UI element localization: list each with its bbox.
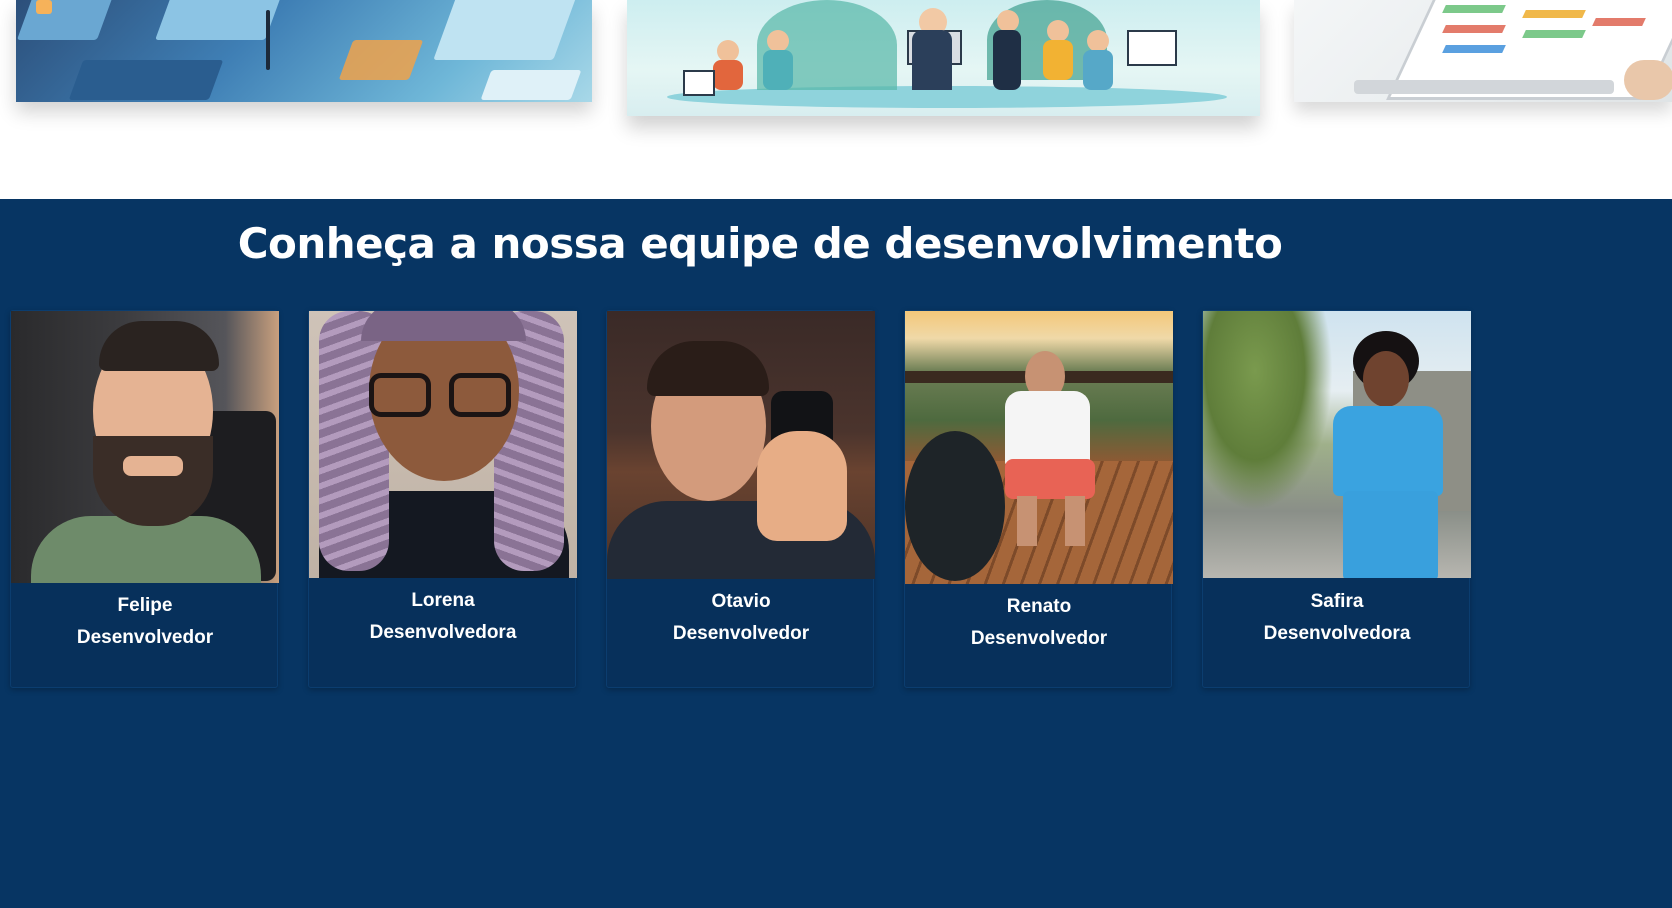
team-section: Conheça a nossa equipe de desenvolviment…	[0, 199, 1672, 908]
member-name: Renato	[1006, 596, 1072, 617]
member-photo	[607, 311, 875, 579]
member-name: Felipe	[117, 595, 173, 616]
member-role: Desenvolvedor	[970, 628, 1108, 649]
section-title: Conheça a nossa equipe de desenvolviment…	[237, 219, 1283, 268]
team-member-card: Otavio Desenvolvedor	[606, 310, 875, 688]
member-role: Desenvolvedora	[1263, 623, 1411, 644]
member-photo	[1203, 311, 1471, 578]
technology-isometric-image	[16, 0, 592, 102]
team-member-card: Safira Desenvolvedora	[1202, 310, 1471, 688]
member-name: Lorena	[411, 590, 475, 611]
member-role: Desenvolvedor	[672, 623, 810, 644]
member-name: Otavio	[711, 591, 771, 612]
team-member-card: Lorena Desenvolvedora	[308, 310, 577, 688]
member-role: Desenvolvedor	[76, 627, 214, 648]
team-member-card: Felipe Desenvolvedor	[10, 310, 279, 688]
member-photo	[11, 311, 279, 583]
member-photo	[309, 311, 577, 578]
dashboard-laptop-image	[1294, 0, 1672, 102]
team-working-illustration	[627, 0, 1260, 116]
member-name: Safira	[1310, 591, 1364, 612]
team-member-card: Renato Desenvolvedor	[904, 310, 1173, 688]
member-photo	[905, 311, 1173, 584]
hero-image-strip	[0, 0, 1672, 199]
member-role: Desenvolvedora	[369, 622, 517, 643]
